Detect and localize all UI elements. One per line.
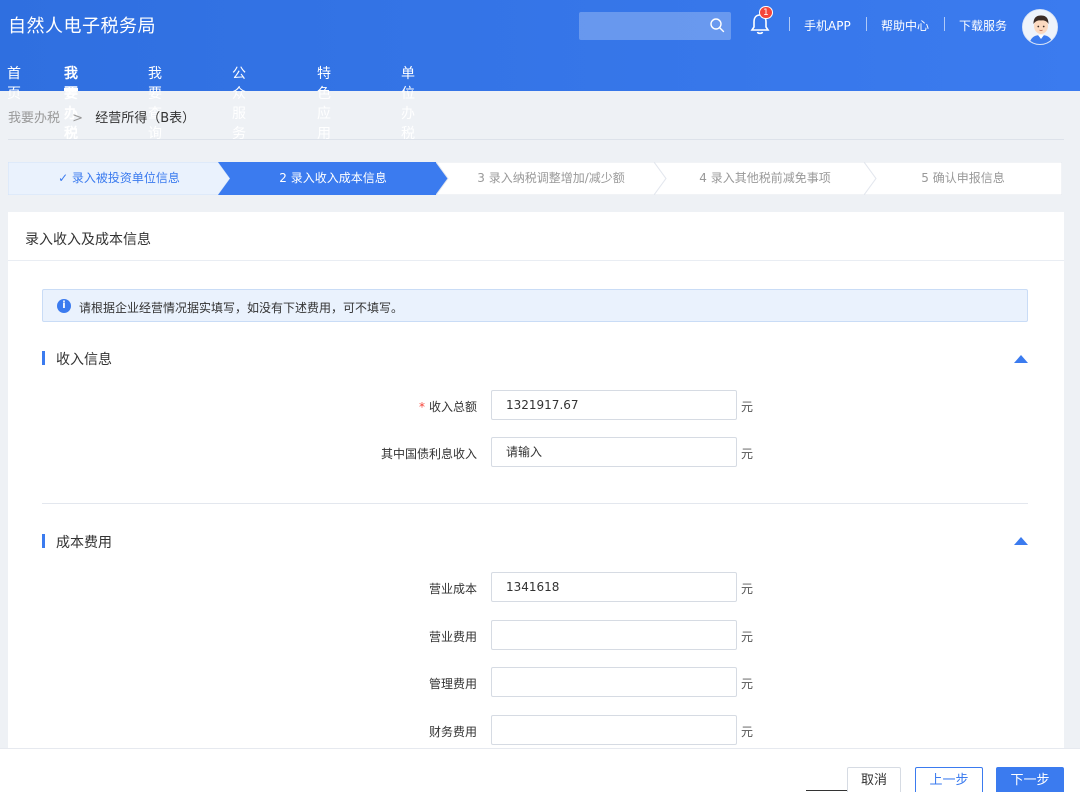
footer-bar: 取消 上一步 下一步 <box>0 748 1080 792</box>
required-mark: * <box>418 400 425 414</box>
step-1[interactable]: ✓ 录入被投资单位信息 <box>8 162 230 195</box>
breadcrumb-current: 经营所得（B表） <box>95 111 196 126</box>
step-2[interactable]: 2 录入收入成本信息 <box>218 162 448 195</box>
info-alert: i 请根据企业经营情况据实填写，如没有下述费用，可不填写。 <box>42 289 1028 322</box>
form-card: 录入收入及成本信息 i 请根据企业经营情况据实填写，如没有下述费用，可不填写。 … <box>8 212 1064 752</box>
nav-home[interactable]: 首页 <box>7 64 21 102</box>
field-label-operating-cost: 营业成本 <box>428 582 477 596</box>
download-service-link[interactable]: 下载服务 <box>959 17 1007 34</box>
section-title-cost: 成本费用 <box>42 532 112 552</box>
field-label-operating-expense: 营业费用 <box>428 630 477 644</box>
bond-interest-input[interactable]: 请输入 <box>491 437 737 467</box>
step-progress: ✓ 录入被投资单位信息 2 录入收入成本信息 3 录入纳税调整增加/减少额 4 … <box>8 162 1062 195</box>
next-step-button[interactable]: 下一步 <box>996 767 1064 792</box>
step-2-label: 2 录入收入成本信息 <box>279 171 387 185</box>
search-icon[interactable] <box>709 17 725 33</box>
financial-expense-input[interactable] <box>491 715 737 745</box>
app-title: 自然人电子税务局 <box>8 16 156 37</box>
top-header: 自然人电子税务局 1 手机APP 帮助中心 下载服务 首页 我要办税 我要查询 … <box>0 0 1080 142</box>
nav-public-service[interactable]: 公众服务 <box>232 64 246 142</box>
operating-expense-input[interactable] <box>491 620 737 650</box>
avatar[interactable] <box>1022 9 1058 45</box>
step-4-label: 4 录入其他税前减免事项 <box>699 171 831 185</box>
unit-label: 元 <box>741 630 754 644</box>
step-3-label: 3 录入纳税调整增加/减少额 <box>477 171 625 185</box>
nav-do-tax[interactable]: 我要办税 <box>64 64 78 142</box>
unit-label: 元 <box>741 677 754 691</box>
unit-label: 元 <box>741 725 754 739</box>
total-income-input[interactable]: 1321917.67 <box>491 390 737 420</box>
step-4[interactable]: 4 录入其他税前减免事项 <box>654 162 876 195</box>
field-label-bond-interest: 其中国债利息收入 <box>380 447 477 461</box>
cancel-button[interactable]: 取消 <box>847 767 901 792</box>
collapse-up-icon[interactable] <box>1013 536 1029 546</box>
collapse-up-icon[interactable] <box>1013 354 1029 364</box>
field-label-financial-expense: 财务费用 <box>428 725 477 739</box>
breadcrumb-separator: > <box>72 111 84 126</box>
breadcrumb: 我要办税 > 经营所得（B表） <box>8 107 195 126</box>
field-label-management-expense: 管理费用 <box>428 677 477 691</box>
nav-query[interactable]: 我要查询 <box>148 64 162 142</box>
divider <box>789 17 790 31</box>
breadcrumb-home[interactable]: 我要办税 <box>8 111 60 126</box>
search-input[interactable] <box>579 12 731 40</box>
user-avatar-icon <box>1023 10 1057 44</box>
step-3[interactable]: 3 录入纳税调整增加/减少额 <box>436 162 666 195</box>
divider <box>8 139 1064 140</box>
info-icon: i <box>57 299 71 313</box>
alert-text: 请根据企业经营情况据实填写，如没有下述费用，可不填写。 <box>79 301 404 315</box>
divider <box>866 17 867 31</box>
card-title: 录入收入及成本信息 <box>25 232 151 248</box>
help-center-link[interactable]: 帮助中心 <box>881 17 929 34</box>
step-1-label: ✓ 录入被投资单位信息 <box>58 171 180 185</box>
field-label-total-income: * 收入总额 <box>418 400 477 414</box>
mobile-app-link[interactable]: 手机APP <box>804 17 851 34</box>
step-5-label: 5 确认申报信息 <box>921 171 1005 185</box>
operating-cost-input[interactable]: 1341618 <box>491 572 737 602</box>
notification-badge: 1 <box>759 6 773 19</box>
section-title-income: 收入信息 <box>42 349 112 369</box>
nav-featured-apps[interactable]: 特色应用 <box>317 64 331 142</box>
management-expense-input[interactable] <box>491 667 737 697</box>
unit-label: 元 <box>741 400 754 414</box>
previous-step-button[interactable]: 上一步 <box>915 767 983 792</box>
unit-label: 元 <box>741 447 754 461</box>
divider <box>944 17 945 31</box>
divider <box>42 503 1028 504</box>
nav-unit-tax[interactable]: 单位办税 <box>401 64 415 142</box>
divider <box>8 260 1064 261</box>
step-5[interactable]: 5 确认申报信息 <box>864 162 1062 195</box>
unit-label: 元 <box>741 582 754 596</box>
